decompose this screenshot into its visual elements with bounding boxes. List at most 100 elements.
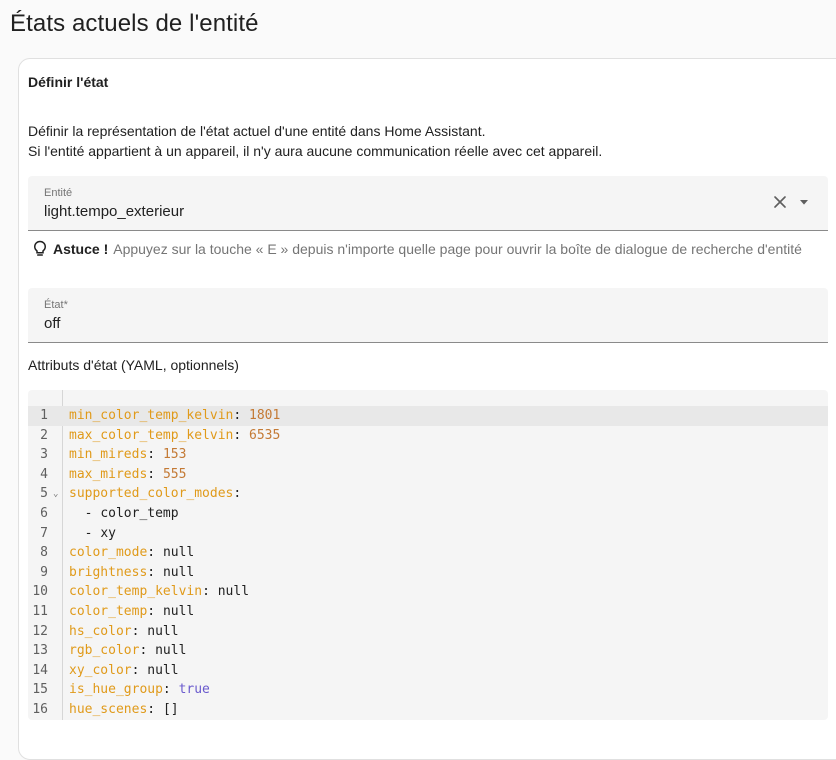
code-text: max_mireds: 555	[69, 465, 186, 485]
yaml-separator: :	[147, 702, 163, 717]
yaml-separator: -	[69, 506, 101, 521]
code-text: hue_scenes: []	[69, 700, 179, 720]
yaml-key: is_hue_group	[69, 682, 163, 698]
yaml-key: color_temp_kelvin	[69, 584, 203, 600]
state-field-label: État*	[44, 299, 68, 311]
line-number: 15	[32, 682, 48, 698]
line-number: 3	[40, 447, 48, 463]
yaml-key: color_mode	[69, 545, 148, 561]
yaml-separator: :	[147, 545, 163, 561]
code-line[interactable]: 11 color_temp: null	[28, 602, 828, 622]
yaml-value: null	[162, 564, 195, 580]
card-header: Définir l'état	[28, 74, 109, 90]
fold-chevron-icon[interactable]: ⌄	[53, 485, 58, 505]
yaml-key: max_mireds	[69, 466, 148, 482]
entity-field-value[interactable]: light.tempo_exterieur	[44, 203, 184, 220]
code-line[interactable]: 4 max_mireds: 555	[28, 465, 828, 485]
card-description: Définir la représentation de l'état actu…	[28, 121, 602, 161]
yaml-code-editor[interactable]: 1 min_color_temp_kelvin: 1801 2 max_color_t…	[28, 390, 828, 720]
yaml-value: null	[217, 584, 250, 600]
state-field-value[interactable]: off	[44, 315, 60, 332]
code-text: xy_color: null	[69, 661, 179, 681]
line-number: 14	[32, 662, 48, 678]
line-number: 9	[40, 564, 48, 580]
yaml-value: true	[178, 682, 210, 698]
yaml-key: rgb_color	[69, 643, 140, 659]
code-line[interactable]: 3 min_mireds: 153	[28, 445, 828, 465]
yaml-separator: :	[147, 604, 163, 619]
yaml-separator: :	[147, 466, 163, 482]
line-number: 11	[32, 604, 48, 619]
code-text: min_color_temp_kelvin: 1801	[69, 406, 280, 426]
line-number: 4	[40, 466, 48, 482]
yaml-value: 6535	[249, 427, 281, 443]
yaml-key: brightness	[69, 564, 148, 580]
line-number: 5	[40, 486, 48, 502]
code-text: hs_color: null	[69, 622, 179, 642]
code-line[interactable]: 2 max_color_temp_kelvin: 6535	[28, 426, 828, 446]
yaml-separator: :	[139, 643, 156, 659]
code-line[interactable]: 9 brightness: null	[28, 563, 828, 583]
code-text: brightness: null	[69, 563, 194, 583]
page-title: États actuels de l'entité	[10, 10, 259, 37]
code-text: rgb_color: null	[69, 641, 186, 661]
tip-bold: Astuce !	[53, 241, 109, 257]
code-text: color_temp_kelvin: null	[69, 582, 249, 602]
yaml-separator: :	[131, 662, 148, 678]
code-text: - xy	[69, 524, 116, 544]
set-state-card: Définir l'état Définir la représentation…	[18, 58, 836, 760]
code-line[interactable]: 10 color_temp_kelvin: null	[28, 582, 828, 602]
yaml-value: null	[147, 623, 179, 639]
yaml-value: null	[155, 643, 187, 659]
line-number: 12	[32, 623, 48, 639]
yaml-key: xy_color	[69, 662, 132, 678]
yaml-key: supported_color_modes	[69, 486, 234, 502]
code-line[interactable]: 12 hs_color: null	[28, 622, 828, 642]
entity-picker[interactable]: Entité light.tempo_exterieur	[28, 176, 828, 231]
entity-field-label: Entité	[44, 187, 73, 199]
code-line[interactable]: 5 ⌄ supported_color_modes:	[28, 484, 828, 504]
yaml-value: null	[162, 604, 195, 619]
state-field[interactable]: État* off	[28, 288, 828, 343]
yaml-separator: :	[147, 564, 163, 580]
yaml-key: hs_color	[69, 623, 132, 639]
description-line-1: Définir la représentation de l'état actu…	[28, 123, 486, 139]
line-number: 7	[40, 525, 48, 541]
yaml-value: xy	[100, 525, 116, 541]
attributes-label: Attributs d'état (YAML, optionnels)	[28, 357, 239, 373]
tip-text: Appuyez sur la touche « E » depuis n'imp…	[113, 241, 802, 257]
yaml-separator: :	[233, 486, 242, 502]
line-number: 8	[40, 545, 48, 561]
code-line[interactable]: 1 min_color_temp_kelvin: 1801	[28, 406, 828, 426]
line-number: 13	[32, 643, 48, 659]
code-line[interactable]: 13 rgb_color: null	[28, 641, 828, 661]
yaml-separator: :	[131, 623, 148, 639]
yaml-separator: -	[69, 525, 101, 541]
code-text: color_temp: null	[69, 602, 194, 622]
code-line[interactable]: 14 xy_color: null	[28, 661, 828, 681]
yaml-value: 555	[162, 466, 187, 482]
line-number: 6	[40, 506, 48, 521]
line-number: 2	[40, 427, 48, 443]
code-line[interactable]: 8 color_mode: null	[28, 543, 828, 563]
yaml-value: []	[162, 702, 179, 717]
line-number: 10	[32, 584, 48, 600]
yaml-key: color_temp	[69, 604, 148, 619]
yaml-value: null	[162, 545, 195, 561]
yaml-key: min_color_temp_kelvin	[69, 408, 234, 423]
yaml-key: hue_scenes	[69, 702, 148, 717]
yaml-key: max_color_temp_kelvin	[69, 427, 234, 443]
line-number: 16	[32, 702, 48, 717]
description-line-2: Si l'entité appartient à un appareil, il…	[28, 143, 603, 159]
code-text: max_color_temp_kelvin: 6535	[69, 426, 280, 446]
menu-down-icon[interactable]	[796, 194, 812, 210]
code-line[interactable]: 16 hue_scenes: []	[28, 700, 828, 720]
close-icon[interactable]	[770, 192, 790, 212]
yaml-value: color_temp	[100, 506, 179, 521]
code-line[interactable]: 7 - xy	[28, 524, 828, 544]
code-line[interactable]: 15 is_hue_group: true	[28, 680, 828, 700]
code-line[interactable]: 6 - color_temp	[28, 504, 828, 524]
yaml-separator: :	[233, 427, 250, 443]
lightbulb-outline-icon	[33, 240, 47, 256]
yaml-separator: :	[233, 408, 250, 423]
